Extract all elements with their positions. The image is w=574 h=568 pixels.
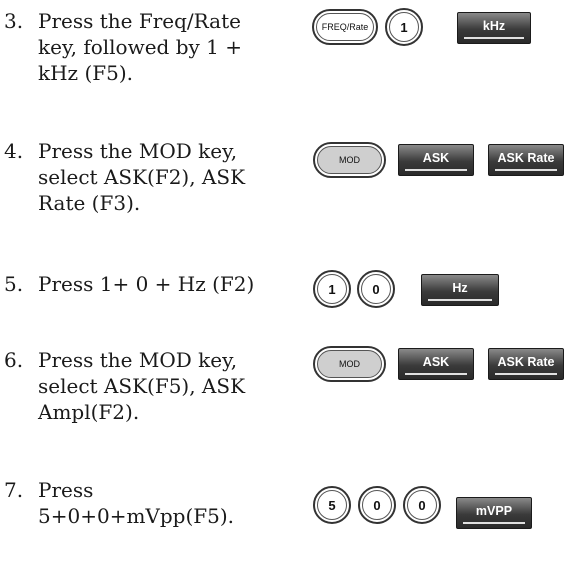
step-number: 6. <box>4 348 24 372</box>
digit-1-key[interactable]: 1 <box>313 270 351 308</box>
step-number: 3. <box>4 9 24 33</box>
step-text: Press 5+0+0+mVpp(F5). <box>38 478 235 528</box>
step-text: Press the Freq/Rate key, followed by 1 +… <box>38 9 243 85</box>
digit-1-key[interactable]: 1 <box>385 8 423 46</box>
digit-5-key[interactable]: 5 <box>313 486 351 524</box>
ask-rate-softkey[interactable]: ASK Rate <box>488 144 564 176</box>
step-text: Press 1+ 0 + Hz (F2) <box>38 272 255 296</box>
mod-key[interactable]: MOD <box>313 142 386 178</box>
digit-0-key[interactable]: 0 <box>357 270 395 308</box>
step-text: Press the MOD key, select ASK(F5), ASK A… <box>38 348 246 424</box>
mvpp-softkey[interactable]: mVPP <box>456 497 532 529</box>
step-number: 4. <box>4 139 24 163</box>
khz-softkey[interactable]: kHz <box>457 12 531 44</box>
mod-key[interactable]: MOD <box>313 346 386 382</box>
step-number: 5. <box>4 272 24 296</box>
digit-0-key[interactable]: 0 <box>403 486 441 524</box>
freq-rate-key[interactable]: FREQ/Rate <box>312 9 378 45</box>
digit-0-key[interactable]: 0 <box>358 486 396 524</box>
step-text: Press the MOD key, select ASK(F2), ASK R… <box>38 139 246 215</box>
ask-rate-softkey[interactable]: ASK Rate <box>488 348 564 380</box>
step-number: 7. <box>4 478 24 502</box>
ask-softkey[interactable]: ASK <box>398 348 474 380</box>
ask-softkey[interactable]: ASK <box>398 144 474 176</box>
hz-softkey[interactable]: Hz <box>421 274 499 306</box>
